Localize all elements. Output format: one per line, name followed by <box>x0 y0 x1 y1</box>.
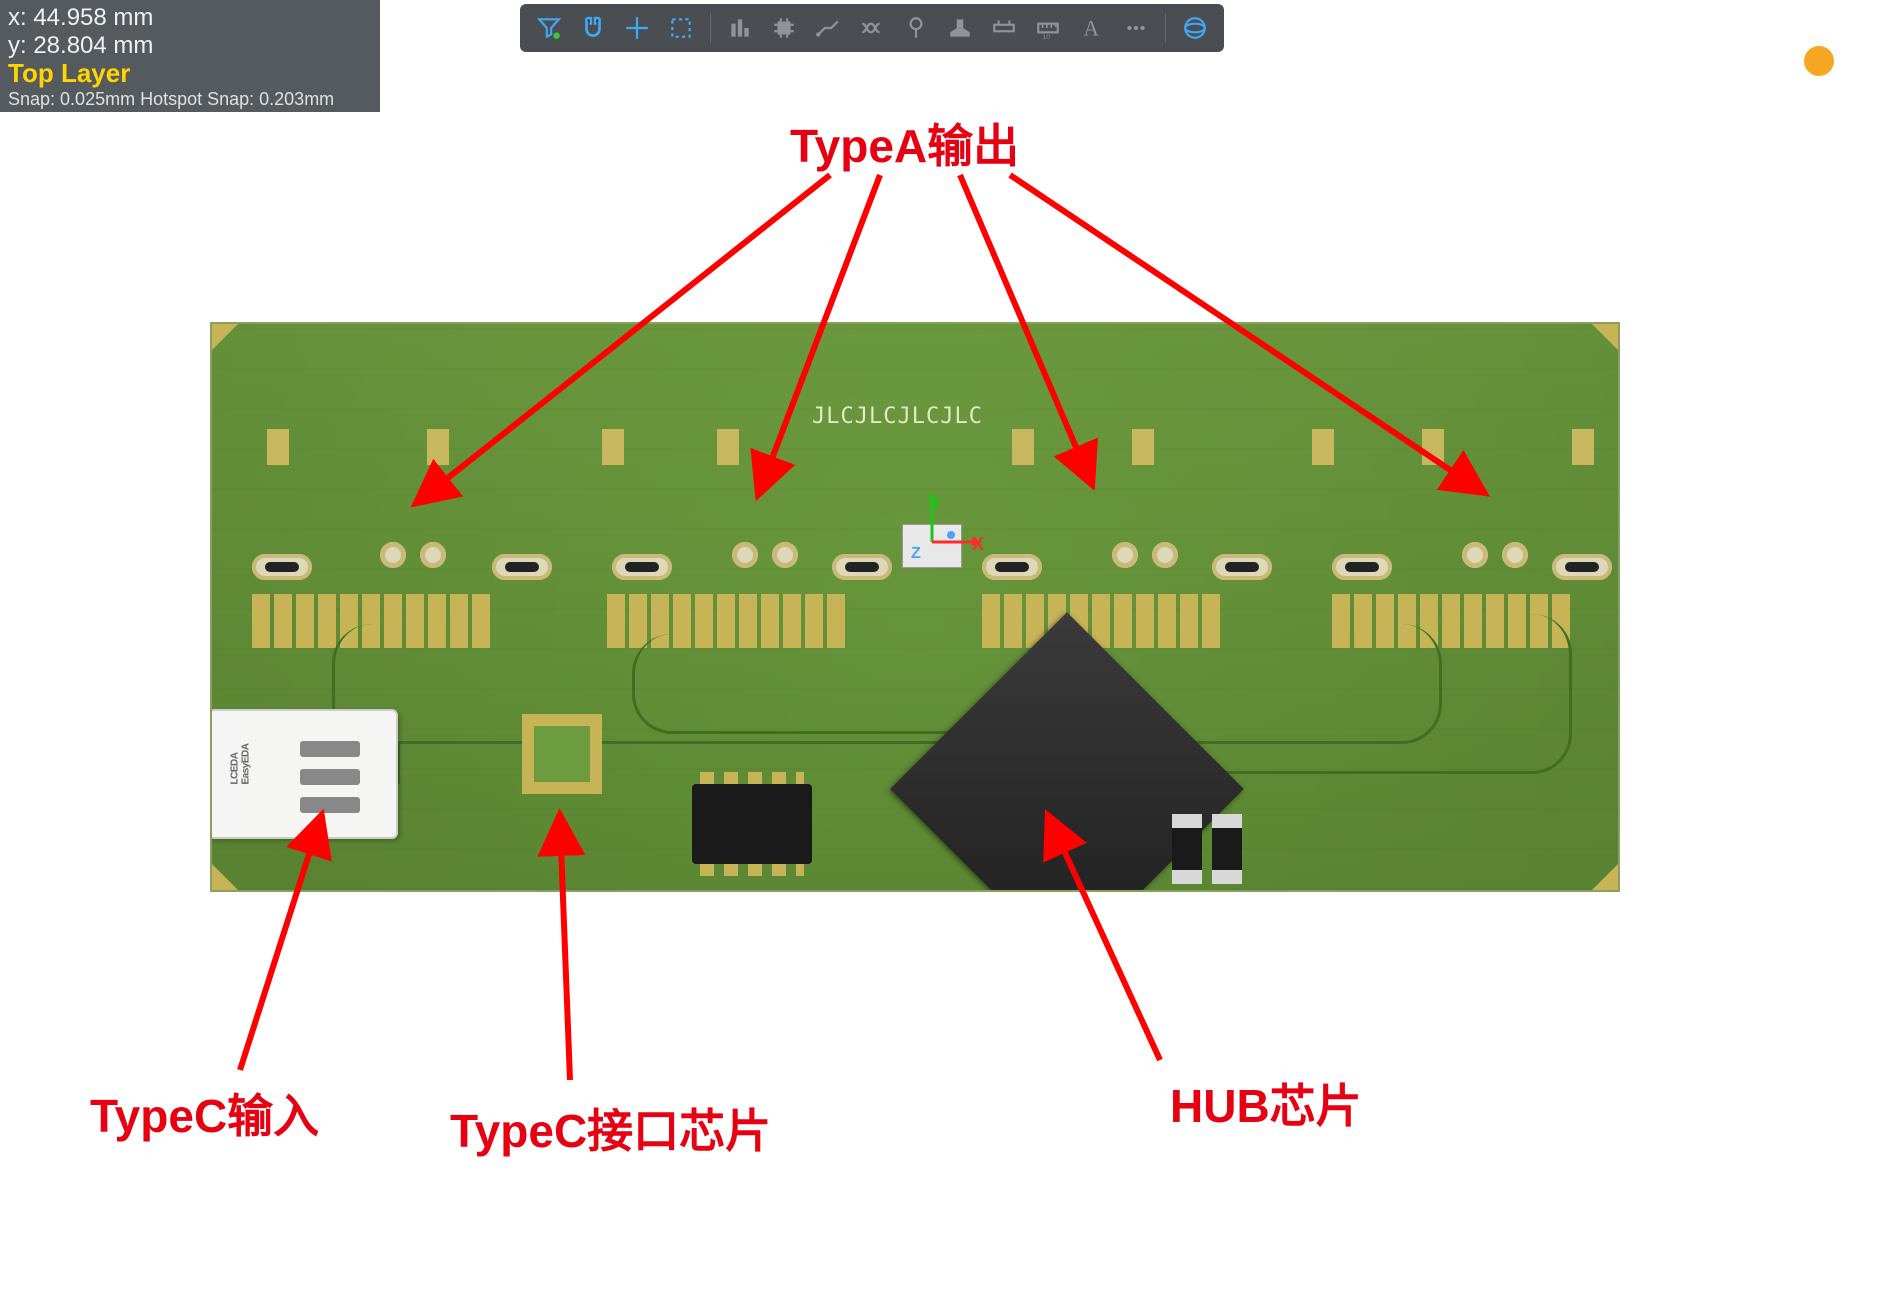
mounting-slot <box>832 554 892 580</box>
mounting-slot <box>252 554 312 580</box>
drill-hole <box>380 542 406 568</box>
top-pad <box>1012 429 1034 465</box>
drill-hole <box>772 542 798 568</box>
mounting-slot <box>612 554 672 580</box>
pcb-board[interactable]: JLCJLCJLCJLC <box>210 322 1620 892</box>
top-pad <box>717 429 739 465</box>
annotation-hub-chip: HUB芯片 <box>1170 1070 1362 1136</box>
drill-hole <box>1502 542 1528 568</box>
silkscreen-text: JLCJLCJLCJLC <box>812 404 983 429</box>
soic-chip[interactable] <box>692 784 812 864</box>
typec-interface-chip[interactable] <box>522 714 602 794</box>
drill-hole <box>1462 542 1488 568</box>
board-corner <box>1592 864 1618 890</box>
smd-component[interactable] <box>1172 814 1202 884</box>
usbc-slot <box>300 769 360 785</box>
axis-arrows-icon <box>928 492 988 552</box>
annotation-typea-output: TypeA输出 <box>790 110 1019 176</box>
drill-hole <box>420 542 446 568</box>
mounting-slot <box>1552 554 1612 580</box>
board-corner <box>212 864 238 890</box>
usb-c-connector[interactable]: LCEDA EasyEDA <box>210 709 398 839</box>
annotation-typec-input: TypeC输入 <box>90 1080 319 1146</box>
pcb-canvas[interactable]: JLCJLCJLCJLC <box>0 0 1880 1300</box>
axis-z-label: Z <box>911 545 921 563</box>
smd-component[interactable] <box>1212 814 1242 884</box>
top-pad <box>1312 429 1334 465</box>
usbc-slot <box>300 741 360 757</box>
top-pad <box>267 429 289 465</box>
top-pad <box>1572 429 1594 465</box>
top-pad <box>602 429 624 465</box>
mounting-slot <box>1212 554 1272 580</box>
drill-hole <box>732 542 758 568</box>
board-corner <box>1592 324 1618 350</box>
top-pad <box>1422 429 1444 465</box>
mounting-slot <box>1332 554 1392 580</box>
drill-hole <box>1112 542 1138 568</box>
drill-hole <box>1152 542 1178 568</box>
trace <box>397 744 957 784</box>
mounting-slot <box>492 554 552 580</box>
board-corner <box>212 324 238 350</box>
annotation-typec-iface: TypeC接口芯片 <box>450 1095 771 1161</box>
usbc-slot <box>300 797 360 813</box>
top-pad <box>427 429 449 465</box>
mounting-slot <box>982 554 1042 580</box>
easyeda-logo: LCEDA EasyEDA <box>229 744 251 785</box>
top-pad <box>1132 429 1154 465</box>
